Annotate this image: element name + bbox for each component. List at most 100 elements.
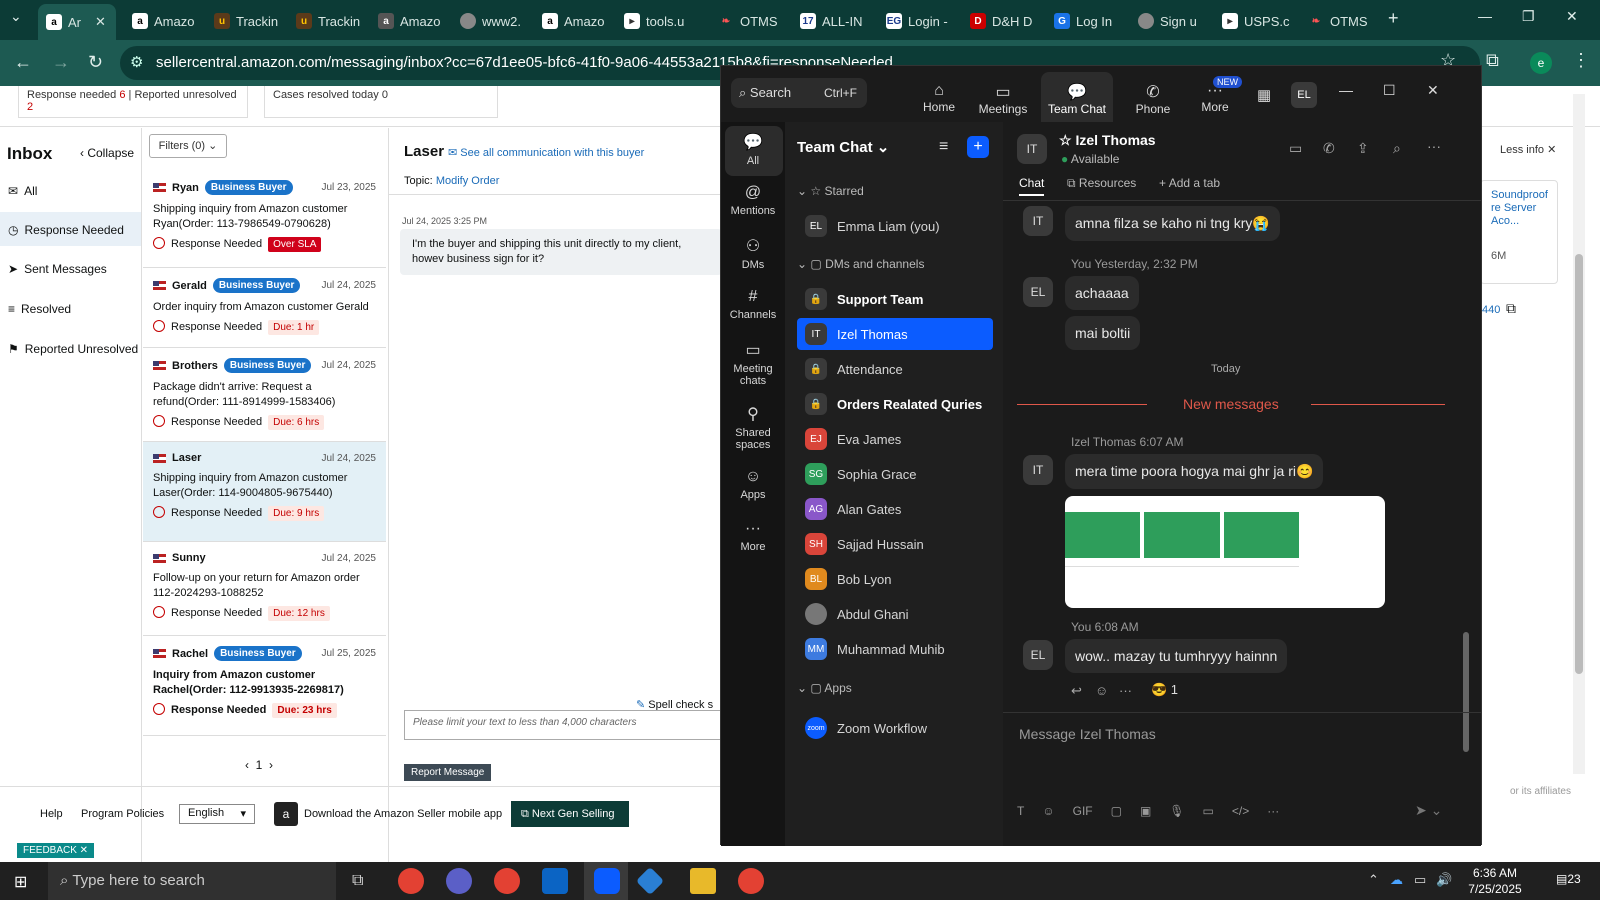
contact-item[interactable]: 🔒 Attendance bbox=[797, 353, 993, 385]
contact-item[interactable]: Abdul Ghani bbox=[797, 598, 993, 630]
filter-icon[interactable]: ≡ bbox=[939, 138, 948, 156]
zoom-workflow-item[interactable]: zoom Zoom Workflow bbox=[797, 712, 993, 744]
rail-channels[interactable]: # Channels bbox=[721, 288, 785, 321]
reply-icon[interactable]: ↩ bbox=[1071, 683, 1082, 699]
rail-more[interactable]: ··· More bbox=[721, 520, 785, 553]
video-icon[interactable]: ▭ bbox=[1289, 140, 1302, 157]
next-page-icon[interactable]: › bbox=[269, 758, 273, 772]
outlook-icon[interactable] bbox=[542, 868, 568, 894]
new-tab-icon[interactable]: + bbox=[1388, 8, 1399, 29]
nav-resolved[interactable]: ≡ Resolved bbox=[8, 302, 71, 316]
download-app-link[interactable]: Download the Amazon Seller mobile app bbox=[304, 808, 502, 820]
more-icon[interactable]: ··· bbox=[1427, 138, 1441, 154]
tab[interactable]: a Amazo bbox=[132, 6, 202, 36]
inbox-message-card[interactable]: Gerald Business Buyer Jul 24, 2025 Order in… bbox=[143, 268, 386, 348]
section-apps[interactable]: ⌄ ▢ Apps bbox=[797, 681, 852, 695]
contact-item[interactable]: SH Sajjad Hussain bbox=[797, 528, 993, 560]
section-starred[interactable]: ⌄ ☆ Starred bbox=[797, 184, 864, 198]
tab-active[interactable]: a Ar ✕ bbox=[38, 4, 116, 40]
compose-tool[interactable]: T bbox=[1017, 804, 1024, 818]
minimize-icon[interactable]: — bbox=[1339, 82, 1353, 98]
contact-item[interactable]: EL Emma Liam (you) bbox=[797, 210, 993, 242]
contact-item[interactable]: SG Sophia Grace bbox=[797, 458, 993, 490]
contact-item[interactable]: 🔒 Orders Realated Quries bbox=[797, 388, 993, 420]
notification-center[interactable]: ▤23 bbox=[1556, 872, 1581, 886]
zoom-nav-team-chat[interactable]: 💬 Team Chat bbox=[1041, 72, 1113, 122]
chrome-icon[interactable] bbox=[398, 868, 424, 894]
tab[interactable]: a Amazo bbox=[542, 6, 612, 36]
task-view-icon[interactable]: ⧉ bbox=[352, 872, 363, 890]
search-icon[interactable]: ⌕ bbox=[1393, 140, 1401, 157]
tab[interactable]: D D&H D bbox=[970, 6, 1040, 36]
topic-link[interactable]: Modify Order bbox=[436, 175, 500, 187]
zoom-icon[interactable] bbox=[594, 868, 620, 894]
volume-icon[interactable]: 🔊 bbox=[1436, 872, 1452, 888]
section-dms-channels[interactable]: ⌄ ▢ DMs and channels bbox=[797, 257, 924, 271]
reload-icon[interactable]: ↻ bbox=[88, 52, 103, 73]
rail-shared-spaces[interactable]: ⚲ Shared spaces bbox=[721, 404, 785, 451]
app-icon[interactable] bbox=[635, 866, 665, 896]
rail-dms[interactable]: ⚇ DMs bbox=[721, 236, 785, 271]
new-chat-button[interactable]: + bbox=[967, 136, 989, 158]
page-scrollbar[interactable] bbox=[1573, 94, 1585, 774]
taskbar-search[interactable]: ⌕ Type here to search bbox=[48, 862, 336, 900]
nav-response-needed[interactable]: ◷ Response Needed bbox=[8, 223, 124, 237]
extensions-icon[interactable]: ⧉ bbox=[1486, 50, 1499, 71]
windows-start-icon[interactable]: ⊞ bbox=[14, 872, 27, 892]
message-input[interactable]: Message Izel Thomas bbox=[1019, 726, 1156, 742]
tab[interactable]: u Trackin bbox=[214, 6, 284, 36]
teams-icon[interactable] bbox=[446, 868, 472, 894]
compose-tool[interactable]: GIF bbox=[1073, 804, 1093, 818]
add-tab-button[interactable]: + Add a tab bbox=[1159, 176, 1220, 190]
maximize-icon[interactable]: ☐ bbox=[1383, 82, 1396, 99]
tab[interactable]: ▸ tools.u bbox=[624, 6, 694, 36]
maximize-icon[interactable]: ❐ bbox=[1522, 8, 1535, 25]
tab[interactable]: Sign u bbox=[1138, 6, 1208, 36]
filters-button[interactable]: Filters (0) ⌄ bbox=[149, 134, 227, 158]
reply-textarea[interactable]: Please limit your text to less than 4,00… bbox=[404, 710, 722, 740]
prev-page-icon[interactable]: ‹ bbox=[245, 758, 249, 772]
site-info-icon[interactable]: ⚙ bbox=[130, 46, 143, 80]
zoom-nav-phone[interactable]: ✆ Phone bbox=[1129, 82, 1177, 116]
team-chat-title[interactable]: Team Chat ⌄ bbox=[797, 138, 889, 156]
phone-icon[interactable]: ✆ bbox=[1323, 140, 1335, 157]
compose-tool[interactable]: </> bbox=[1232, 804, 1249, 818]
close-window-icon[interactable]: ✕ bbox=[1566, 8, 1578, 25]
see-all-link[interactable]: ✉ See all communication with this buyer bbox=[448, 146, 644, 159]
calendar-icon[interactable]: ▦ bbox=[1257, 86, 1271, 104]
zoom-user-avatar[interactable]: EL bbox=[1291, 82, 1317, 108]
tab-resources[interactable]: ⧉ Resources bbox=[1067, 176, 1136, 191]
program-policies-link[interactable]: Program Policies bbox=[81, 808, 164, 820]
zoom-nav-home[interactable]: ⌂ Home bbox=[915, 82, 963, 114]
screenshot-attachment[interactable] bbox=[1065, 496, 1385, 608]
zoom-search[interactable]: ⌕ Search Ctrl+F bbox=[731, 78, 867, 108]
help-link[interactable]: Help bbox=[40, 808, 63, 820]
scrollbar-thumb[interactable] bbox=[1575, 254, 1583, 674]
inbox-message-card[interactable]: Rachel Business Buyer Jul 25, 2025 Inquiry … bbox=[143, 636, 386, 736]
compose-tool[interactable]: ▢ bbox=[1111, 804, 1122, 818]
chat-title[interactable]: ☆ Izel Thomas bbox=[1059, 132, 1156, 149]
tab[interactable]: ❧ OTMS bbox=[718, 6, 788, 36]
close-icon[interactable]: ✕ bbox=[1427, 82, 1439, 99]
chat-scrollbar[interactable] bbox=[1463, 632, 1469, 752]
chrome-icon[interactable] bbox=[494, 868, 520, 894]
contact-item[interactable]: MM Muhammad Muhib bbox=[797, 633, 993, 665]
order-number-tail[interactable]: 440 bbox=[1482, 304, 1500, 316]
nav-sent-messages[interactable]: ➤ Sent Messages bbox=[8, 262, 107, 276]
clock[interactable]: 6:36 AM 7/25/2025 bbox=[1462, 865, 1528, 897]
tab[interactable]: ▸ USPS.c bbox=[1222, 6, 1292, 36]
network-icon[interactable]: ▭ bbox=[1414, 872, 1426, 888]
tab[interactable]: www2. bbox=[460, 6, 530, 36]
reaction-chip[interactable]: 😎 1 bbox=[1151, 682, 1178, 698]
nav-all[interactable]: ✉ All bbox=[8, 184, 37, 198]
next-gen-selling-button[interactable]: ⧉ Next Gen Selling bbox=[511, 801, 629, 827]
compose-tool[interactable]: 🎙 bbox=[1169, 804, 1184, 818]
feedback-button[interactable]: FEEDBACK ✕ bbox=[17, 843, 95, 858]
zoom-nav-meetings[interactable]: ▭ Meetings bbox=[971, 82, 1035, 116]
language-select[interactable]: English ▾ bbox=[179, 804, 255, 824]
inbox-message-card[interactable]: Brothers Business Buyer Jul 24, 2025 Packag… bbox=[143, 348, 386, 442]
rail-meeting-chats[interactable]: ▭ Meeting chats bbox=[721, 340, 785, 387]
contact-item[interactable]: IT Izel Thomas bbox=[797, 318, 993, 350]
tab[interactable]: ❧ OTMS bbox=[1308, 6, 1378, 36]
rail-mentions[interactable]: @ Mentions bbox=[721, 184, 785, 217]
